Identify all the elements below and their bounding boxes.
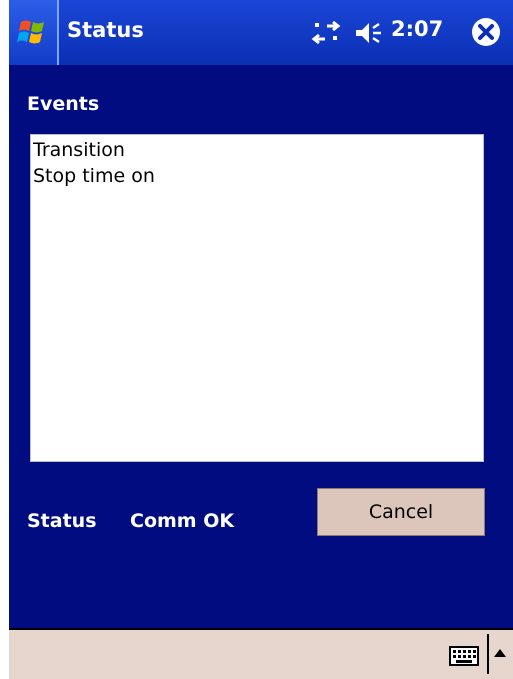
clock[interactable]: 2:07 xyxy=(391,17,443,41)
list-item[interactable]: Transition xyxy=(33,137,481,163)
speaker-volume-icon[interactable] xyxy=(354,20,384,46)
keyboard-icon[interactable] xyxy=(449,646,479,666)
close-circle-icon[interactable] xyxy=(470,16,502,48)
title-bar: Status 2:07 xyxy=(9,0,513,65)
status-value: Comm OK xyxy=(130,510,235,532)
up-triangle-icon[interactable] xyxy=(493,647,507,659)
list-item[interactable]: Stop time on xyxy=(33,163,481,189)
cancel-button[interactable]: Cancel xyxy=(317,488,485,536)
menu-bar xyxy=(9,630,513,679)
main-panel: Events Transition Stop time on Status Co… xyxy=(9,65,513,628)
window-title: Status xyxy=(67,18,144,42)
sync-arrows-icon[interactable] xyxy=(311,20,341,46)
sip-separator xyxy=(487,634,489,674)
events-label: Events xyxy=(27,93,100,115)
device-screen: Status 2:07 Events Transition Stop time … xyxy=(9,0,513,679)
start-button[interactable] xyxy=(9,0,59,65)
windows-flag-icon xyxy=(17,20,44,43)
events-list[interactable]: Transition Stop time on xyxy=(30,134,484,462)
status-label: Status xyxy=(27,510,97,532)
